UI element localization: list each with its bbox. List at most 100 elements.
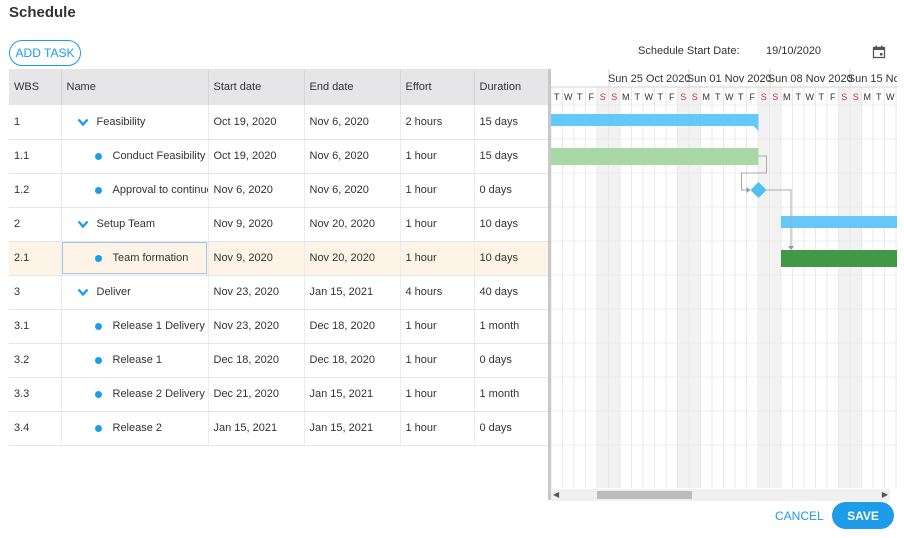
name-cell[interactable]: Release 2 Delivery	[61, 377, 209, 412]
scroll-left-icon[interactable]: ◀	[553, 490, 559, 499]
start-date-cell[interactable]: Dec 18, 2020	[208, 343, 305, 378]
weekend-shade	[689, 87, 701, 488]
weekend-shade	[758, 87, 770, 488]
end-date-cell[interactable]: Jan 15, 2021	[304, 377, 401, 412]
cancel-button[interactable]: CANCEL	[775, 509, 824, 523]
wbs-cell[interactable]: 1.1	[9, 139, 62, 174]
end-date-cell[interactable]: Nov 6, 2020	[304, 139, 401, 174]
weekend-shade	[597, 87, 609, 488]
day-letter: W	[886, 92, 895, 102]
wbs-cell[interactable]: 3.4	[9, 411, 62, 446]
add-task-button[interactable]: ADD TASK	[9, 40, 81, 66]
start-date-cell[interactable]: Nov 9, 2020	[208, 241, 305, 276]
table-row[interactable]: 2 Setup Team Nov 9, 2020 Nov 20, 2020 1 hour…	[9, 207, 549, 242]
end-date-cell[interactable]: Jan 15, 2021	[304, 275, 401, 310]
wbs-cell[interactable]: 2	[9, 207, 62, 242]
column-header-name[interactable]: Name	[61, 69, 209, 105]
save-button[interactable]: SAVE	[832, 502, 894, 529]
end-date-cell[interactable]: Dec 18, 2020	[304, 309, 401, 344]
duration-cell[interactable]: 0 days	[474, 343, 549, 378]
start-date-cell[interactable]: Oct 19, 2020	[208, 139, 305, 174]
task-name: Team formation	[112, 252, 189, 264]
name-cell[interactable]: Release 2	[61, 411, 209, 446]
table-row[interactable]: 3 Deliver Nov 23, 2020 Jan 15, 2021 4 hours 4…	[9, 275, 549, 310]
end-date-cell[interactable]: Nov 20, 2020	[304, 207, 401, 242]
start-date-cell[interactable]: Dec 21, 2020	[208, 377, 305, 412]
name-cell[interactable]: Approval to continue	[61, 173, 209, 208]
duration-cell[interactable]: 1 month	[474, 309, 549, 344]
duration-cell[interactable]: 1 month	[474, 377, 549, 412]
name-cell[interactable]: Conduct Feasibility Study	[61, 139, 209, 174]
effort-cell[interactable]: 4 hours	[400, 275, 475, 310]
scrollbar-thumb[interactable]	[597, 491, 692, 499]
effort-cell[interactable]: 2 hours	[400, 105, 475, 140]
table-row[interactable]: 3.4 Release 2 Jan 15, 2021 Jan 15, 2021 1 ho…	[9, 411, 549, 446]
start-date-cell[interactable]: Jan 15, 2021	[208, 411, 305, 446]
start-date-cell[interactable]: Oct 19, 2020	[208, 105, 305, 140]
effort-cell[interactable]: 1 hour	[400, 411, 475, 446]
end-date-cell[interactable]: Nov 20, 2020	[304, 241, 401, 276]
day-letter: T	[738, 92, 744, 102]
end-date-cell[interactable]: Nov 6, 2020	[304, 173, 401, 208]
table-row[interactable]: 3.2 Release 1 Dec 18, 2020 Dec 18, 2020 1 ho…	[9, 343, 549, 378]
table-row[interactable]: 3.3 Release 2 Delivery Dec 21, 2020 Jan 15,…	[9, 377, 549, 412]
gantt-chart: TWTFSSMTWTFSSMTWTFSSMTWTFSSMTWTFSun 25 O…	[551, 69, 897, 488]
schedule-start-value[interactable]: 19/10/2020	[766, 45, 821, 57]
end-date-cell[interactable]: Nov 6, 2020	[304, 105, 401, 140]
effort-cell[interactable]: 1 hour	[400, 173, 475, 208]
effort-cell[interactable]: 1 hour	[400, 377, 475, 412]
name-cell[interactable]: Feasibility	[61, 105, 209, 140]
duration-cell[interactable]: 15 days	[474, 139, 549, 174]
end-date-cell[interactable]: Dec 18, 2020	[304, 343, 401, 378]
wbs-cell[interactable]: 3.2	[9, 343, 62, 378]
start-date-cell[interactable]: Nov 23, 2020	[208, 275, 305, 310]
effort-cell[interactable]: 1 hour	[400, 343, 475, 378]
name-cell[interactable]: Release 1 Delivery	[61, 309, 209, 344]
table-row[interactable]: 2.1 Team formation Nov 9, 2020 Nov 20, 2020…	[9, 241, 549, 276]
column-header-start-date[interactable]: Start date	[208, 69, 305, 105]
name-cell[interactable]: Release 1	[61, 343, 209, 378]
task-bullet-icon	[94, 424, 102, 432]
table-row[interactable]: 1 Feasibility Oct 19, 2020 Nov 6, 2020 2 hou…	[9, 105, 549, 140]
wbs-cell[interactable]: 2.1	[9, 241, 62, 276]
wbs-cell[interactable]: 1.2	[9, 173, 62, 208]
day-letter: F	[750, 92, 756, 102]
duration-cell[interactable]: 0 days	[474, 411, 549, 446]
start-date-cell[interactable]: Nov 6, 2020	[208, 173, 305, 208]
duration-cell[interactable]: 40 days	[474, 275, 549, 310]
column-header-end-date[interactable]: End date	[304, 69, 401, 105]
effort-cell[interactable]: 1 hour	[400, 309, 475, 344]
chevron-down-icon[interactable]	[77, 218, 89, 230]
duration-cell[interactable]: 0 days	[474, 173, 549, 208]
calendar-icon[interactable]	[872, 45, 886, 59]
wbs-cell[interactable]: 3	[9, 275, 62, 310]
column-header-effort[interactable]: Effort	[400, 69, 475, 105]
chevron-down-icon[interactable]	[77, 116, 89, 128]
end-date-cell[interactable]: Jan 15, 2021	[304, 411, 401, 446]
task-bullet-icon	[94, 254, 102, 262]
column-header-wbs[interactable]: WBS	[9, 69, 62, 105]
duration-cell[interactable]: 10 days	[474, 207, 549, 242]
chevron-down-icon[interactable]	[77, 286, 89, 298]
gantt-horizontal-scrollbar[interactable]: ◀ ▶	[551, 489, 890, 501]
start-date-cell[interactable]: Nov 9, 2020	[208, 207, 305, 242]
name-cell[interactable]: Setup Team	[61, 207, 209, 242]
duration-cell[interactable]: 15 days	[474, 105, 549, 140]
wbs-cell[interactable]: 3.3	[9, 377, 62, 412]
table-row[interactable]: 3.1 Release 1 Delivery Nov 23, 2020 Dec 18,…	[9, 309, 549, 344]
start-date-cell[interactable]: Nov 23, 2020	[208, 309, 305, 344]
table-row[interactable]: 1.2 Approval to continue Nov 6, 2020 Nov 6,…	[9, 173, 549, 208]
table-row[interactable]: 1.1 Conduct Feasibility StudyOct 19, 2020…	[9, 139, 549, 174]
day-letter: T	[876, 92, 882, 102]
duration-cell[interactable]: 10 days	[474, 241, 549, 276]
effort-cell[interactable]: 1 hour	[400, 139, 475, 174]
column-header-duration[interactable]: Duration	[474, 69, 549, 105]
scroll-right-icon[interactable]: ▶	[882, 490, 888, 499]
wbs-cell[interactable]: 1	[9, 105, 62, 140]
name-cell[interactable]: Team formation	[61, 241, 209, 276]
name-cell[interactable]: Deliver	[61, 275, 209, 310]
effort-cell[interactable]: 1 hour	[400, 207, 475, 242]
effort-cell[interactable]: 1 hour	[400, 241, 475, 276]
day-letter: F	[669, 92, 675, 102]
wbs-cell[interactable]: 3.1	[9, 309, 62, 344]
